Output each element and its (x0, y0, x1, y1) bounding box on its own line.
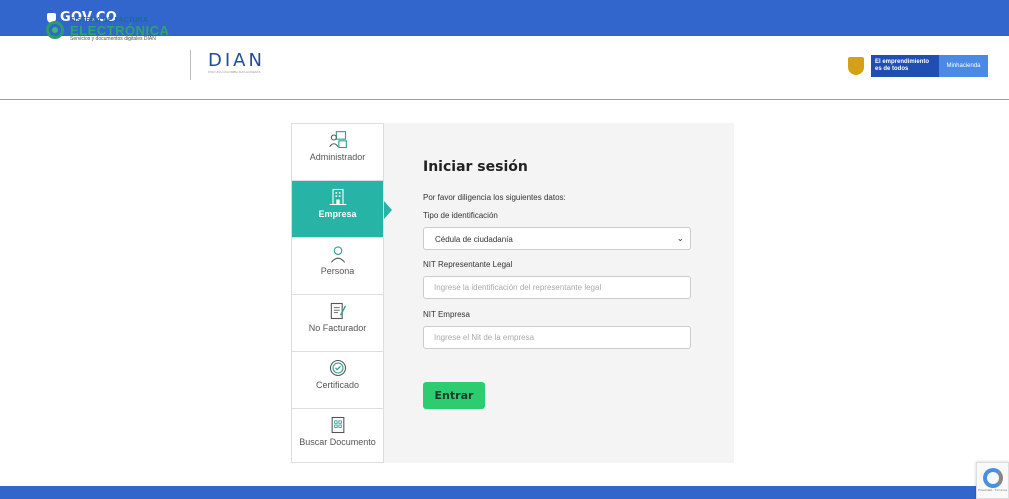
sidebar-item-label: Administrador (309, 152, 366, 162)
sidebar-item-label: Persona (320, 266, 355, 276)
dian-wordmark: DIAN (208, 50, 265, 71)
factura-electronica-logo[interactable]: SISTEMA DE FACTURA ELECTRÓNICA Servicios… (46, 17, 169, 42)
active-pointer (384, 201, 392, 219)
minhacienda-badge: Minhacienda (939, 55, 988, 77)
minhacienda-logo[interactable]: El emprendimiento es de todos Minhaciend… (848, 55, 988, 77)
role-sidebar: Administrador Empresa Persona No Factura… (291, 123, 384, 463)
sidebar-item-label: Empresa (318, 209, 357, 219)
nit-representante-input[interactable] (423, 276, 691, 299)
emprendimiento-badge: El emprendimiento es de todos (871, 55, 939, 77)
recaptcha-icon (982, 468, 1003, 488)
recaptcha-badge[interactable]: Privacidad - Términos (976, 462, 1009, 499)
nit-empresa-label: NIT Empresa (423, 310, 470, 319)
factura-globe-icon (46, 20, 64, 39)
tipo-identificacion-label: Tipo de identificación (423, 211, 498, 220)
recaptcha-text: Privacidad - Términos (977, 488, 1008, 492)
colombia-shield-icon (848, 57, 864, 75)
person-icon (330, 246, 345, 263)
sidebar-item-label: No Facturador (308, 323, 367, 333)
select-value: Cédula de ciudadanía (435, 235, 513, 244)
header-divider (190, 50, 191, 80)
dian-tagline: POR UNA COLOMBIA MÁS HONESTA (208, 70, 261, 74)
sidebar-item-persona[interactable]: Persona (292, 238, 383, 295)
login-title: Iniciar sesión (423, 159, 528, 175)
sidebar-item-label: Buscar Documento (299, 437, 376, 447)
logo-line3: Servicios y documentos digitales DIAN (70, 36, 156, 42)
gov-footer-bar (0, 486, 1009, 499)
admin-icon (328, 131, 347, 149)
sidebar-item-certificado[interactable]: Certificado (292, 352, 383, 409)
entrar-button[interactable]: Entrar (423, 382, 485, 409)
dian-logo[interactable]: DIAN POR UNA COLOMBIA MÁS HONESTA (208, 50, 265, 75)
chevron-down-icon: ⌄ (676, 233, 684, 243)
nit-empresa-input[interactable] (423, 326, 691, 349)
document-edit-icon (330, 302, 346, 320)
sidebar-item-buscar-documento[interactable]: Buscar Documento (292, 409, 383, 466)
login-intro: Por favor diligencia los siguientes dato… (423, 193, 566, 202)
sidebar-item-label: Certificado (315, 380, 360, 390)
certificate-icon (329, 359, 346, 377)
tipo-identificacion-select[interactable]: Cédula de ciudadanía ⌄ (423, 227, 691, 250)
sidebar-item-administrador[interactable]: Administrador (292, 124, 383, 181)
nit-representante-label: NIT Representante Legal (423, 260, 513, 269)
sidebar-item-empresa[interactable]: Empresa (292, 181, 383, 238)
sidebar-item-no-facturador[interactable]: No Facturador (292, 295, 383, 352)
search-document-icon (331, 416, 344, 434)
building-icon (329, 188, 346, 206)
